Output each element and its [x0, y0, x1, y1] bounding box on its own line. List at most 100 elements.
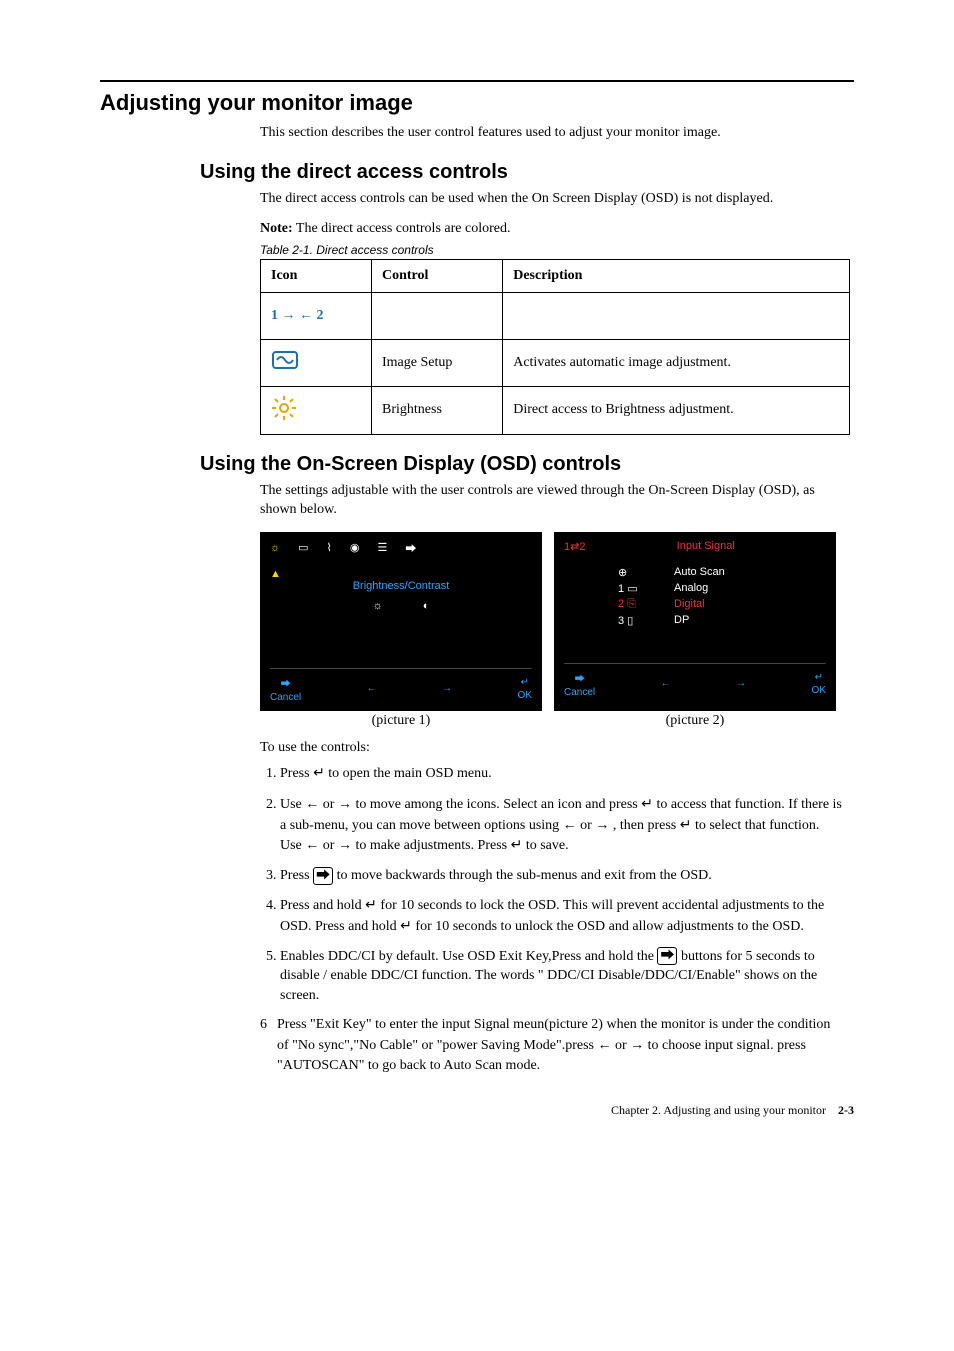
osd1-cancel: ⮕ Cancel — [270, 675, 301, 703]
enter-icon: ↵ — [815, 672, 823, 683]
osd2-ok: ↵ OK — [812, 672, 826, 696]
contrast-icon: ◐ — [423, 600, 430, 612]
cell-description — [503, 292, 850, 339]
osd2-title: Input Signal — [677, 540, 735, 553]
wave-icon: ⌇ — [327, 541, 332, 554]
direct-access-table: Icon Control Description 1 → ← 2 Image S… — [260, 259, 850, 435]
right-arrow-icon: → — [442, 683, 452, 694]
footer-page-number: 2-3 — [838, 1103, 854, 1117]
note-body: The direct access controls are colored. — [296, 221, 511, 236]
table-row: 1 → ← 2 — [261, 292, 850, 339]
table-row: Brightness Direct access to Brightness a… — [261, 386, 850, 434]
heading-osd: Using the On-Screen Display (OSD) contro… — [200, 453, 854, 476]
exit-box-icon: ⮕ — [313, 867, 333, 885]
exit-box-icon: ⮕ — [657, 947, 677, 965]
menu-icon: ☰ — [377, 541, 387, 554]
osd1-top-icons: ☼ ▭ ⌇ ◉ ☰ ⮕ — [270, 540, 532, 562]
left-arrow-icon: ← — [305, 836, 319, 852]
right-arrow-icon: → — [630, 1036, 644, 1052]
th-icon: Icon — [261, 259, 372, 292]
sun-icon: ☼ — [270, 542, 280, 554]
osd-intro: The settings adjustable with the user co… — [260, 482, 854, 520]
osd-panel-2: 1⇄2 Input Signal ⊕ Auto Scan 1 ▭ Analog … — [554, 532, 836, 711]
page-footer: Chapter 2. Adjusting and using your moni… — [100, 1103, 854, 1118]
color-icon: ◉ — [350, 541, 360, 554]
osd2-ok-label: OK — [812, 685, 826, 696]
step-6: 6 Press "Exit Key" to enter the input Si… — [260, 1015, 844, 1075]
osd2-cancel: ⮕ Cancel — [564, 670, 595, 698]
right-arrow-icon: → — [338, 836, 352, 852]
left-arrow-icon: ← — [597, 1036, 611, 1052]
osd2-caption: (picture 2) — [554, 713, 836, 729]
enter-icon: ↵ — [400, 917, 412, 933]
osd-captions: (picture 1) (picture 2) — [260, 713, 854, 729]
table-row: Image Setup Activates automatic image ad… — [261, 339, 850, 386]
heading-1: Adjusting your monitor image — [100, 90, 854, 116]
osd1-caption: (picture 1) — [260, 713, 542, 729]
osd2-cancel-label: Cancel — [564, 687, 595, 698]
osd2-item-dp: 3 ▯ DP — [618, 614, 826, 627]
right-arrow-icon: → — [595, 816, 609, 832]
osd1-title: Brightness/Contrast — [270, 580, 532, 592]
top-rule — [100, 80, 854, 82]
left-arrow-icon: ← — [305, 795, 319, 811]
osd1-body: ▲ Brightness/Contrast ☼ ◐ — [270, 562, 532, 660]
osd2-label: Digital — [674, 598, 705, 610]
cell-control: Brightness — [372, 386, 503, 434]
osd2-label: DP — [674, 614, 689, 626]
osd1-ok: ↵ OK — [518, 677, 532, 701]
brightness-icon — [261, 386, 372, 434]
right-arrow-icon: → — [736, 678, 746, 689]
osd-screenshots-row: ☼ ▭ ⌇ ◉ ☰ ⮕ ▲ Brightness/Contrast ☼ ◐ ⮕ … — [260, 532, 854, 711]
osd2-label: Auto Scan — [674, 566, 725, 578]
osd1-cancel-label: Cancel — [270, 692, 301, 703]
page: Adjusting your monitor image This sectio… — [0, 0, 954, 1178]
osd2-label: Analog — [674, 582, 708, 594]
monitor-icon: ▭ — [298, 541, 308, 554]
footer-chapter: Chapter 2. Adjusting and using your moni… — [611, 1103, 826, 1117]
osd2-item-analog: 1 ▭ Analog — [618, 582, 826, 595]
enter-icon: ↵ — [521, 677, 529, 688]
left-arrow-icon: ← — [563, 816, 577, 832]
sun-small-icon: ☼ — [373, 600, 383, 612]
table-header-row: Icon Control Description — [261, 259, 850, 292]
input-change-icon: 1 → ← 2 — [261, 292, 372, 339]
osd1-ok-label: OK — [518, 690, 532, 701]
osd2-idx: 1 ▭ — [618, 582, 660, 595]
osd2-item-autoscan: ⊕ Auto Scan — [618, 566, 826, 579]
right-arrow-icon: → — [338, 795, 352, 811]
osd1-bottom-bar: ⮕ Cancel ← → ↵ OK — [270, 668, 532, 703]
enter-icon: ↵ — [641, 795, 653, 811]
osd2-idx: ⊕ — [618, 566, 660, 579]
input-change-small-icon: 1⇄2 — [564, 540, 585, 553]
intro-paragraph: This section describes the user control … — [260, 124, 854, 143]
osd2-idx: 2 ⎘ — [618, 598, 660, 611]
osd2-idx: 3 ▯ — [618, 614, 660, 627]
step-1: Press ↵ to open the main OSD menu. — [280, 763, 854, 784]
exit-icon: ⮕ — [405, 540, 416, 556]
left-arrow-icon: ← — [661, 678, 671, 689]
step-5: Enables DDC/CI by default. Use OSD Exit … — [280, 947, 854, 1006]
th-control: Control — [372, 259, 503, 292]
step-2: Use ← or → to move among the icons. Sele… — [280, 794, 854, 856]
image-setup-icon — [261, 339, 372, 386]
cell-description: Direct access to Brightness adjustment. — [503, 386, 850, 434]
osd1-subicons: ☼ ◐ — [270, 600, 532, 612]
osd2-bottom-bar: ⮕ Cancel ← → ↵ OK — [564, 663, 826, 698]
step-3: Press ⮕ to move backwards through the su… — [280, 866, 854, 886]
osd-panel-1: ☼ ▭ ⌇ ◉ ☰ ⮕ ▲ Brightness/Contrast ☼ ◐ ⮕ … — [260, 532, 542, 711]
exit-small-icon: ⮕ — [575, 670, 585, 685]
note-label: Note: — [260, 221, 293, 236]
enter-icon: ↵ — [313, 764, 325, 780]
note: Note: The direct access controls are col… — [260, 221, 854, 237]
left-arrow-icon: ← — [367, 683, 377, 694]
osd2-item-digital: 2 ⎘ Digital — [618, 598, 826, 611]
osd2-header: 1⇄2 Input Signal — [564, 540, 826, 553]
step-4: Press and hold ↵ for 10 seconds to lock … — [280, 895, 854, 936]
cell-control — [372, 292, 503, 339]
direct-access-intro: The direct access controls can be used w… — [260, 190, 854, 209]
enter-icon: ↵ — [680, 816, 692, 832]
heading-direct-access: Using the direct access controls — [200, 161, 854, 184]
osd2-list: ⊕ Auto Scan 1 ▭ Analog 2 ⎘ Digital 3 ▯ D… — [564, 557, 826, 655]
to-use-label: To use the controls: — [260, 739, 854, 758]
